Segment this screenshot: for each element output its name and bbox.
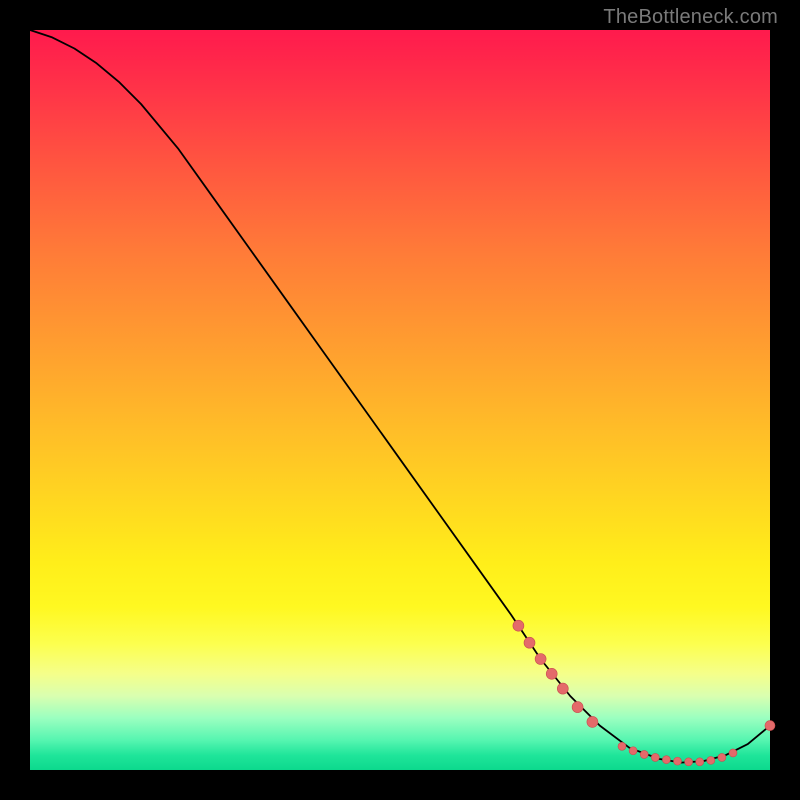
data-point-marker bbox=[513, 620, 524, 631]
data-point-marker bbox=[587, 716, 598, 727]
data-point-marker bbox=[629, 747, 637, 755]
curve-markers bbox=[513, 620, 775, 766]
data-point-marker bbox=[685, 758, 693, 766]
data-point-marker bbox=[696, 758, 704, 766]
data-point-marker bbox=[618, 742, 626, 750]
data-point-marker bbox=[651, 753, 659, 761]
data-point-marker bbox=[572, 702, 583, 713]
data-point-marker bbox=[524, 637, 535, 648]
data-point-marker bbox=[546, 668, 557, 679]
watermark-text: TheBottleneck.com bbox=[603, 6, 778, 29]
plot-area bbox=[30, 30, 770, 770]
chart-frame: TheBottleneck.com bbox=[0, 0, 800, 800]
data-point-marker bbox=[640, 750, 648, 758]
data-point-marker bbox=[765, 721, 775, 731]
chart-svg bbox=[30, 30, 770, 770]
data-point-marker bbox=[674, 757, 682, 765]
bottleneck-curve bbox=[30, 30, 770, 763]
data-point-marker bbox=[718, 753, 726, 761]
data-point-marker bbox=[535, 654, 546, 665]
data-point-marker bbox=[729, 749, 737, 757]
data-point-marker bbox=[707, 756, 715, 764]
data-point-marker bbox=[557, 683, 568, 694]
data-point-marker bbox=[662, 756, 670, 764]
